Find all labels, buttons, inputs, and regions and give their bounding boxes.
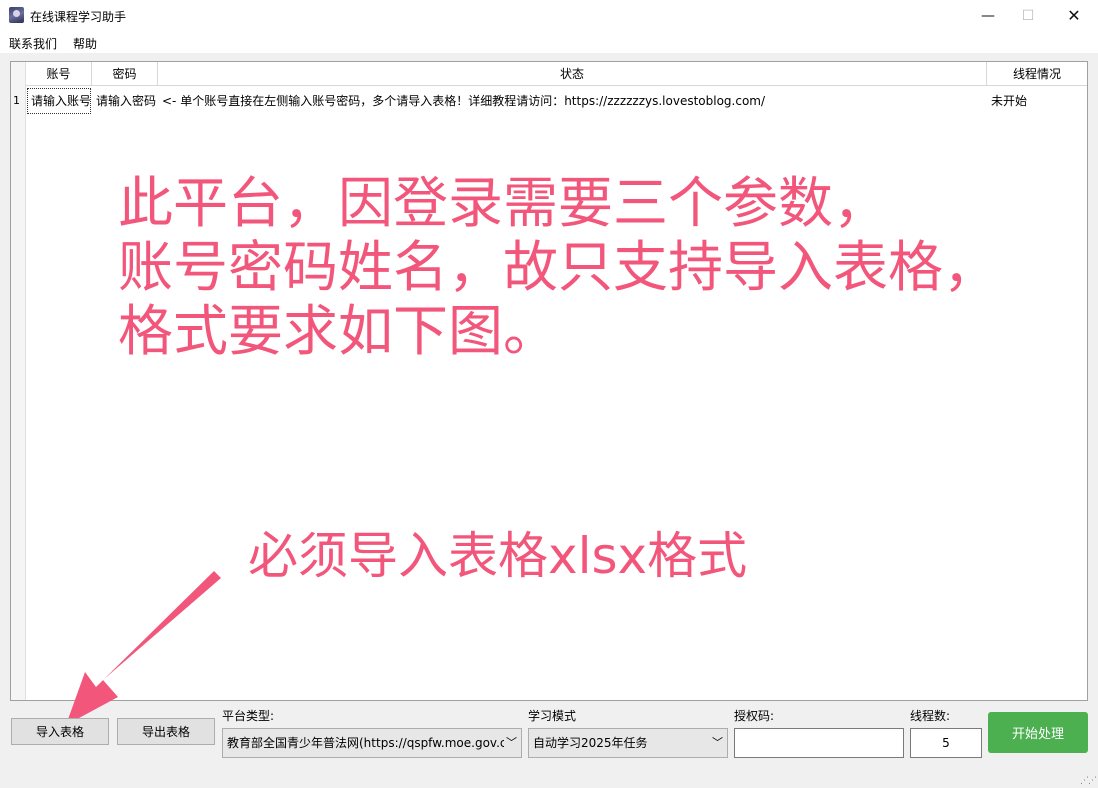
start-processing-button[interactable]: 开始处理 [988,712,1088,753]
study-mode-select[interactable]: 自动学习2025年任务 ﹀ [528,728,728,758]
resize-grip-icon[interactable]: ⋰⋰ [1080,776,1097,786]
thread-count-input[interactable]: 5 [910,728,982,758]
thread-count-label: 线程数: [910,709,951,723]
platform-select-value: 教育部全国青少年普法网(https://qspfw.moe.gov.c [227,736,507,750]
auth-code-input[interactable] [734,728,904,758]
platform-label: 平台类型: [222,709,275,723]
study-mode-label: 学习模式 [528,709,577,723]
annotation-arrow-icon [66,571,221,725]
chevron-down-icon: ﹀ [504,729,517,757]
study-mode-value: 自动学习2025年任务 [533,736,648,750]
platform-select[interactable]: 教育部全国青少年普法网(https://qspfw.moe.gov.c ﹀ [222,728,522,758]
export-table-button[interactable]: 导出表格 [117,718,215,745]
import-table-button[interactable]: 导入表格 [11,718,109,745]
chevron-down-icon: ﹀ [710,729,723,757]
auth-code-label: 授权码: [734,709,775,723]
